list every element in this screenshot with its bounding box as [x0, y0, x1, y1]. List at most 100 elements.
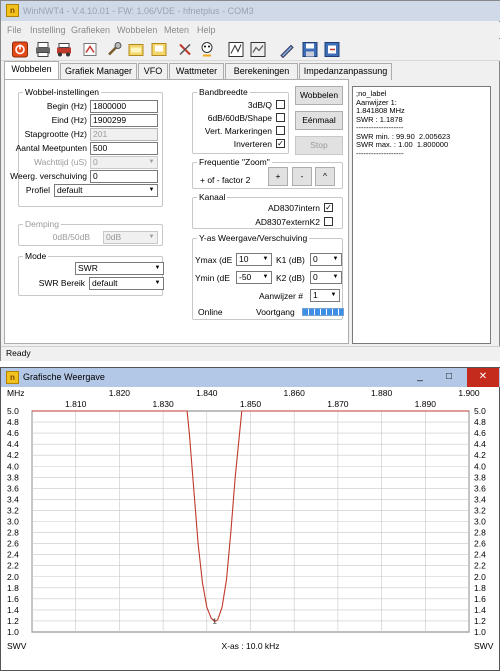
export-icon[interactable]: [324, 41, 340, 58]
x-unit-label: MHz: [7, 388, 24, 398]
tab-berekeningen[interactable]: Berekeningen: [225, 63, 298, 80]
zoom-icon[interactable]: [250, 41, 266, 58]
aanwijzer-select[interactable]: 1 ▼: [310, 289, 340, 302]
menu-grafieken[interactable]: Grafieken: [71, 25, 110, 35]
eind-input[interactable]: 1900299: [90, 114, 158, 127]
main-window: n WinNWT4 - V.4.10.01 - FW: 1.06/VDE - h…: [0, 0, 500, 361]
tab-grafiek-manager[interactable]: Grafiek Manager: [60, 63, 137, 80]
open-folder-icon[interactable]: [128, 41, 144, 58]
app-icon: n: [6, 371, 19, 384]
weerg-input[interactable]: 0: [90, 170, 158, 183]
tab-impedanzanpassung[interactable]: Impedanzanpassung: [299, 63, 392, 80]
begin-input[interactable]: 1800000: [90, 100, 158, 113]
chevron-down-icon: ▼: [262, 256, 269, 262]
chevron-down-icon: ▼: [148, 234, 155, 240]
close-button[interactable]: ✕: [467, 368, 499, 387]
pen-icon[interactable]: [279, 41, 295, 58]
kanaal-intern-label: AD8307intern: [268, 203, 320, 213]
profiel-value: default: [57, 185, 83, 195]
y-tick-label-left: 3.8: [7, 472, 19, 482]
eenmaal-button[interactable]: Eénmaal: [295, 111, 343, 130]
x-tick-label-top: 1.880: [371, 388, 393, 398]
help-icon[interactable]: [199, 41, 215, 58]
inverteren-checkbox[interactable]: ✓: [276, 139, 285, 148]
y-tick-label-left: 2.2: [7, 561, 19, 571]
y-tick-label-left: 3.4: [7, 494, 19, 504]
eind-label: Eind (Hz): [51, 115, 87, 125]
bottom-right-unit: SWV: [474, 641, 494, 651]
wobbelen-button[interactable]: Wobbelen: [295, 86, 343, 105]
cut-icon[interactable]: [177, 41, 193, 58]
disk-icon[interactable]: [302, 41, 318, 58]
aantal-input[interactable]: 500: [90, 142, 158, 155]
y-tick-label-right: 3.4: [474, 494, 486, 504]
bandbreedte-shape-checkbox[interactable]: [276, 113, 285, 122]
kanaal-intern-checkbox[interactable]: ✓: [324, 203, 333, 212]
bandbreedte-3db-checkbox[interactable]: [276, 100, 285, 109]
tab-wobbelen[interactable]: Wobbelen: [4, 61, 59, 80]
group-legend: Mode: [23, 251, 49, 261]
ymin-label: Ymin (dE: [195, 273, 230, 283]
profiel-label: Profiel: [25, 185, 50, 195]
menu-instelling[interactable]: Instelling: [30, 25, 66, 35]
grid-icon[interactable]: [228, 41, 244, 58]
y-tick-label-right: 3.8: [474, 472, 486, 482]
stop-icon[interactable]: [12, 41, 28, 58]
graph-window: n Grafische Weergave _ □ ✕ 5.0 5.0 4.8 4.8 4…: [0, 367, 500, 671]
demping-value: 0dB: [106, 232, 122, 242]
y-tick-label-left: 4.2: [7, 450, 19, 460]
menu-help[interactable]: Help: [197, 25, 216, 35]
window-title: WinNWT4 - V.4.10.01 - FW: 1.06/VDE - hfn…: [23, 6, 254, 16]
maximize-button[interactable]: □: [435, 368, 463, 387]
status-bar: Ready: [1, 346, 500, 361]
swr-bereik-label: SWR Bereik: [38, 278, 85, 288]
menu-wobbelen[interactable]: Wobbelen: [117, 25, 157, 35]
print-preview-icon[interactable]: [56, 41, 72, 58]
profiel-select[interactable]: default ▼: [54, 184, 158, 197]
zoom-plus-button[interactable]: +: [268, 167, 288, 186]
save-icon[interactable]: [151, 41, 167, 58]
x-tick-label-second: 1.810: [65, 399, 87, 409]
bandbreedte-3db-label: 3dB/Q: [247, 100, 272, 110]
mode-select[interactable]: SWR ▼: [75, 262, 164, 275]
menu-file[interactable]: File: [7, 25, 22, 35]
y-tick-label-left: 2.4: [7, 550, 19, 560]
y-tick-label-left: 4.4: [7, 439, 19, 449]
ymax-select[interactable]: 10 ▼: [236, 253, 272, 266]
ymax-label: Ymax (dE: [195, 255, 233, 265]
tab-wattmeter[interactable]: Wattmeter: [169, 63, 224, 80]
y-tick-label-left: 4.0: [7, 461, 19, 471]
tab-vfo[interactable]: VFO: [138, 63, 168, 80]
y-tick-label-right: 5.0: [474, 406, 486, 416]
vert-markeringen-checkbox[interactable]: [276, 126, 285, 135]
y-tick-label-left: 2.0: [7, 572, 19, 582]
menu-meten[interactable]: Meten: [164, 25, 189, 35]
zoom-minus-button[interactable]: -: [292, 167, 312, 186]
group-legend: Bandbreedte: [197, 87, 250, 97]
k1-label: K1 (dB): [276, 255, 305, 265]
ymin-select[interactable]: -50 ▼: [236, 271, 272, 284]
stap-input: 201: [90, 128, 158, 141]
k1-select[interactable]: 0 ▼: [310, 253, 342, 266]
tools-icon[interactable]: [106, 41, 122, 58]
y-tick-label-left: 4.6: [7, 428, 19, 438]
zoom-center-button[interactable]: ^: [315, 167, 335, 186]
x-tick-label-second: 1.890: [415, 399, 437, 409]
x-tick-label-top: 1.900: [458, 388, 480, 398]
aantal-label: Aantal Meetpunten: [15, 143, 87, 153]
car-icon[interactable]: [82, 41, 98, 58]
k2-select[interactable]: 0 ▼: [310, 271, 342, 284]
printer-icon[interactable]: [35, 41, 51, 58]
kanaal-extern-checkbox[interactable]: [324, 217, 333, 226]
swr-bereik-select[interactable]: default ▼: [89, 277, 164, 290]
x-tick-label-second: 1.830: [152, 399, 174, 409]
y-tick-label-left: 1.0: [7, 627, 19, 637]
swr-chart: 5.0 5.04.8 4.84.6 4.64.4 4.44.2 4.24.0 4.03.8 3…: [7, 388, 494, 651]
marker-label: 1: [213, 617, 217, 626]
chevron-down-icon: ▼: [330, 292, 337, 298]
aanwijzer-label: Aanwijzer #: [259, 291, 303, 301]
info-line: -------------------: [356, 148, 404, 158]
minimize-button[interactable]: _: [406, 368, 434, 387]
x-axis-label: X-as : 10.0 kHz: [221, 641, 279, 651]
y-tick-label-left: 1.2: [7, 616, 19, 626]
